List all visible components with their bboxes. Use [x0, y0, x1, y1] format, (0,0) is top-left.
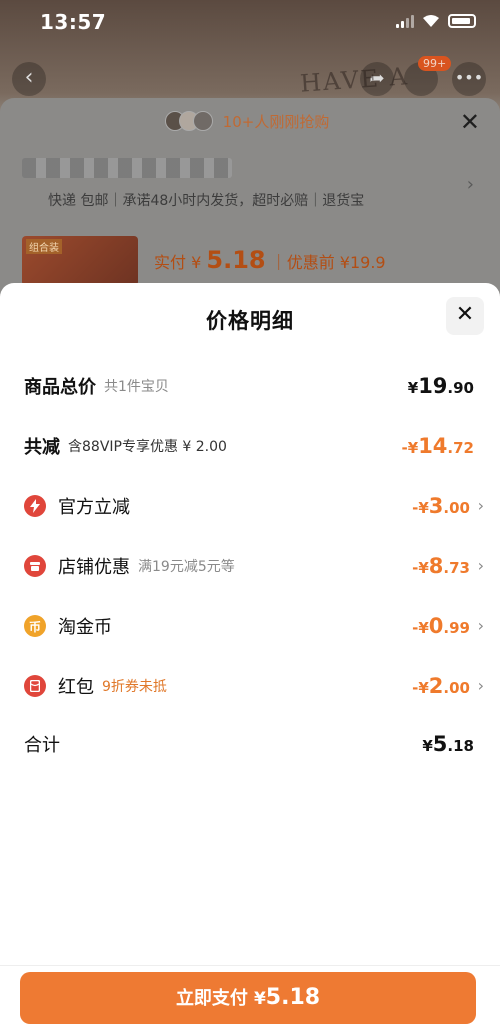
cart-badge: 99+	[418, 56, 452, 71]
top-nav: ‹ ➦ 99+ •••	[0, 56, 500, 104]
paid-value: 5.18	[206, 246, 266, 274]
buyer-avatars	[164, 111, 213, 131]
row-label: 红包	[58, 677, 94, 698]
footer-divider	[0, 965, 500, 966]
amount-int: 2	[428, 674, 444, 698]
amount-currency: -¥	[412, 559, 429, 577]
row-label: 店铺优惠	[58, 557, 130, 578]
row-label: 共减	[24, 437, 60, 458]
amount-dec: .00	[443, 679, 470, 697]
row-red-packet[interactable]: 红包 9折券未抵 -¥ 2 .00 ›	[24, 671, 484, 701]
before-discount-label: ｜优惠前 ¥19.9	[270, 253, 386, 272]
amount-dec: .18	[447, 737, 474, 755]
amount-currency: -¥	[412, 679, 429, 697]
amount-int: 8	[428, 554, 444, 578]
amount-dec: .99	[443, 619, 470, 637]
amount-int: 14	[418, 434, 448, 458]
amount-int: 0	[428, 614, 444, 638]
amount-dec: .73	[443, 559, 470, 577]
row-amount: -¥ 3 .00	[412, 491, 470, 521]
close-button[interactable]: ✕	[446, 297, 484, 335]
price-detail-sheet: 价格明细 ✕ 商品总价 共1件宝贝 ¥ 19 .90 共减 含88VIP专享优惠…	[0, 283, 500, 1031]
blurred-address	[22, 158, 232, 178]
row-amount: -¥ 8 .73	[412, 551, 470, 581]
row-sub: 9折券未抵	[102, 679, 167, 695]
row-goods-total: 商品总价 共1件宝贝 ¥ 19 .90	[24, 371, 474, 401]
back-icon[interactable]: ‹	[12, 62, 46, 96]
amount-int: 3	[428, 494, 444, 518]
amount-currency: -¥	[412, 499, 429, 517]
chevron-right-icon[interactable]: ›	[467, 174, 474, 195]
coin-icon: 币	[24, 615, 46, 637]
row-sub: 满19元减5元等	[138, 559, 235, 575]
product-price-row: 实付 ¥ 5.18 ｜优惠前 ¥19.9	[154, 246, 386, 274]
amount-int: 19	[418, 374, 448, 398]
row-grand-total: 合计 ¥ 5 .18	[24, 729, 474, 759]
recent-buyers-text: 10+人刚刚抢购	[222, 112, 330, 131]
row-amount: -¥ 2 .00	[412, 671, 470, 701]
amount-currency: -¥	[401, 439, 419, 457]
row-amount: -¥ 0 .99	[412, 611, 470, 641]
pay-button-label: 立即支付	[175, 988, 248, 1009]
pay-button-currency: ¥	[253, 989, 266, 1009]
close-icon[interactable]: ✕	[460, 108, 480, 136]
amount-int: 5	[432, 732, 448, 756]
row-label: 官方立减	[58, 497, 130, 518]
sheet-title: 价格明细	[206, 309, 294, 333]
amount-currency: ¥	[407, 379, 419, 397]
chevron-right-icon: ›	[477, 556, 484, 575]
thumbnail-tag: 组合装	[26, 239, 62, 254]
row-shop-discount[interactable]: 店铺优惠 满19元减5元等 -¥ 8 .73 ›	[24, 551, 484, 581]
row-label: 商品总价	[24, 377, 96, 398]
status-bar: 13:57	[0, 0, 500, 44]
pay-now-button[interactable]: 立即支付 ¥ 5.18	[20, 972, 476, 1024]
signal-icon	[396, 14, 414, 28]
red-packet-icon	[24, 675, 46, 697]
row-sub: 含88VIP专享优惠 ¥ 2.00	[68, 439, 227, 455]
row-label: 淘金币	[58, 617, 112, 638]
row-label: 合计	[24, 735, 60, 756]
row-amount: ¥ 5 .18	[422, 729, 474, 759]
lightning-icon	[24, 495, 46, 517]
close-icon: ✕	[455, 302, 475, 327]
amount-dec: .00	[443, 499, 470, 517]
amount-currency: -¥	[412, 619, 429, 637]
pay-button-amount: 5.18	[265, 985, 321, 1010]
row-amount: -¥ 14 .72	[402, 431, 474, 461]
status-icons	[396, 14, 476, 28]
row-sub: 共1件宝贝	[104, 379, 169, 395]
shop-icon	[24, 555, 46, 577]
amount-currency: ¥	[422, 737, 433, 755]
row-official-discount[interactable]: 官方立减 -¥ 3 .00 ›	[24, 491, 484, 521]
avatar	[192, 111, 213, 131]
paid-label: 实付 ¥	[154, 253, 202, 272]
recent-buyers: 10+人刚刚抢购	[0, 108, 500, 134]
amount-dec: .90	[447, 379, 474, 397]
service-line: 快递 包邮｜承诺48小时内发货，超时必赔｜退货宝	[48, 193, 365, 209]
row-total-discount: 共减 含88VIP专享优惠 ¥ 2.00 -¥ 14 .72	[24, 431, 474, 461]
wifi-icon	[423, 15, 439, 27]
chevron-right-icon: ›	[477, 676, 484, 695]
row-coins[interactable]: 币 淘金币 -¥ 0 .99 ›	[24, 611, 484, 641]
chevron-right-icon: ›	[477, 496, 484, 515]
more-icon[interactable]: •••	[452, 62, 486, 96]
chevron-right-icon: ›	[477, 616, 484, 635]
status-time: 13:57	[40, 10, 107, 34]
battery-icon	[448, 14, 476, 28]
row-amount: ¥ 19 .90	[408, 371, 474, 401]
amount-dec: .72	[447, 439, 474, 457]
